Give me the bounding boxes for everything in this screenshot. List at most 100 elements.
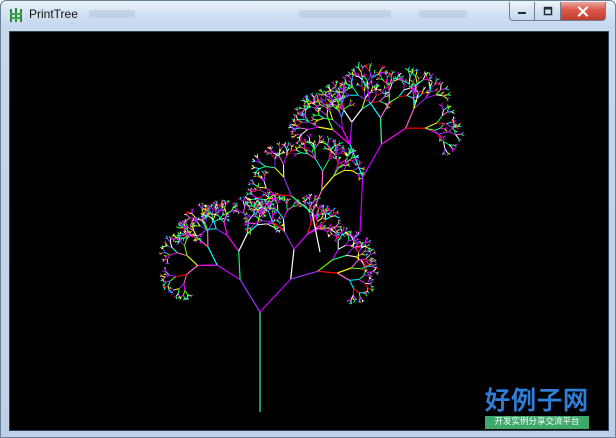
tree-branch [238, 233, 248, 252]
tree-branch [373, 261, 377, 264]
tree-branch [352, 104, 356, 107]
tree-branch [169, 286, 172, 289]
tree-branch [297, 118, 301, 121]
tree-branch [348, 239, 354, 242]
tree-branch [310, 141, 314, 145]
tree-branch [351, 158, 356, 162]
tree-branch [314, 158, 324, 172]
tree-branch [270, 153, 276, 160]
tree-branch [265, 201, 267, 204]
tree-branch [290, 270, 318, 280]
maximize-button[interactable] [535, 2, 561, 21]
tree-branch [282, 218, 285, 232]
tree-branch [266, 222, 272, 225]
minimize-icon [518, 12, 526, 14]
tree-branch [183, 283, 186, 291]
tree-branch [350, 259, 359, 269]
tree-branch [363, 274, 368, 277]
tree-branch [274, 167, 285, 178]
tree-branch [239, 279, 261, 313]
tree-branch [189, 230, 192, 233]
tree-branch [184, 290, 188, 295]
tree-branch [349, 280, 355, 289]
titlebar[interactable]: PrintTree [1, 1, 615, 29]
tree-branch [298, 144, 302, 148]
tree-branch [407, 66, 410, 71]
minimize-button[interactable] [509, 2, 535, 21]
tree-branch [290, 249, 295, 280]
tree-branch [264, 172, 267, 177]
tree-branch [337, 158, 340, 163]
tree-branch [257, 223, 267, 226]
tree-branch [401, 80, 405, 85]
tree-branch [331, 233, 336, 237]
tree-branch [242, 198, 245, 202]
tree-branch [171, 237, 174, 239]
tree-branch [351, 160, 356, 164]
tree-branch [346, 254, 356, 258]
tree-branch [335, 82, 337, 87]
tree-branch [301, 107, 306, 110]
tree-branch [424, 122, 438, 129]
tree-branch [282, 210, 288, 219]
tree-branch [425, 76, 430, 82]
tree-branch [226, 235, 240, 252]
tree-branch [296, 205, 300, 207]
tree-branch [333, 227, 336, 230]
tree-app-icon [10, 8, 22, 22]
tree-branch [161, 245, 165, 247]
tree-branch [328, 137, 333, 141]
tree-branch [308, 201, 311, 205]
tree-branch [343, 105, 350, 110]
tree-branch [350, 230, 352, 234]
close-button[interactable] [561, 2, 606, 21]
tree-branch [302, 115, 305, 120]
tree-branch [304, 199, 306, 203]
tree-branch [318, 114, 325, 119]
tree-branch [274, 224, 276, 227]
tree-branch [174, 288, 180, 291]
tree-branch [265, 171, 269, 174]
tree-branch [324, 96, 327, 101]
tree-branch [278, 230, 281, 233]
tree-branch [339, 105, 342, 109]
drawing-canvas[interactable] [9, 31, 609, 431]
tree-branch [204, 212, 206, 216]
tree-branch [317, 218, 322, 222]
tree-branch [171, 247, 178, 254]
tree-branch [266, 223, 274, 228]
tree-branch [308, 133, 312, 138]
tree-branch [453, 144, 457, 148]
tree-branch [362, 143, 383, 178]
tree-branch [322, 159, 330, 172]
tree-branch [307, 126, 319, 130]
background-blur [89, 10, 135, 18]
tree-branch [375, 92, 383, 97]
tree-branch [345, 240, 350, 246]
tree-branch [345, 247, 354, 256]
tree-branch [296, 152, 302, 155]
tree-branch [430, 82, 433, 87]
tree-branch [434, 127, 441, 131]
tree-branch [333, 212, 337, 214]
tree-branch [216, 200, 219, 203]
tree-branch [207, 212, 212, 215]
tree-branch [357, 300, 360, 303]
tree-branch [358, 246, 361, 249]
tree-branch [267, 200, 270, 203]
tree-branch [406, 91, 412, 96]
tree-branch [314, 98, 317, 101]
tree-branch [329, 110, 334, 120]
tree-branch [292, 133, 297, 136]
tree-branch [268, 211, 273, 222]
tree-branch [322, 228, 327, 230]
tree-branch [367, 271, 374, 273]
tree-branch [266, 193, 275, 196]
tree-branch [326, 228, 329, 230]
tree-branch [274, 194, 292, 197]
tree-branch [367, 279, 370, 283]
tree-branch [436, 115, 443, 123]
tree-branch [309, 193, 313, 197]
tree-branch [245, 201, 249, 204]
tree-branch [179, 240, 185, 246]
